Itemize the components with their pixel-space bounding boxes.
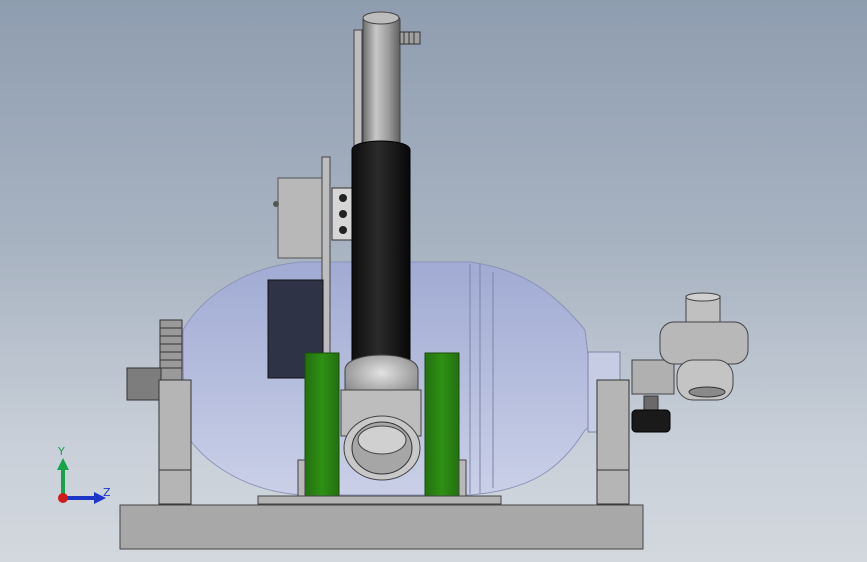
base-plate[interactable] [119,504,644,550]
z-axis-label: Z [103,486,111,499]
cad-viewport[interactable]: Y Z [0,0,867,562]
gear-assembly[interactable] [126,319,192,505]
y-axis-label: Y [57,445,65,458]
black-tube[interactable] [351,140,411,363]
t-joint[interactable] [340,354,422,481]
orientation-triad[interactable]: Y Z [57,445,111,504]
support-left[interactable] [304,352,340,506]
y-axis-arrow-icon [57,458,69,470]
x-axis-dot-icon [58,493,68,503]
support-right[interactable] [424,352,460,506]
right-adjuster[interactable] [596,292,749,505]
model-scene[interactable]: Y Z [0,0,867,562]
